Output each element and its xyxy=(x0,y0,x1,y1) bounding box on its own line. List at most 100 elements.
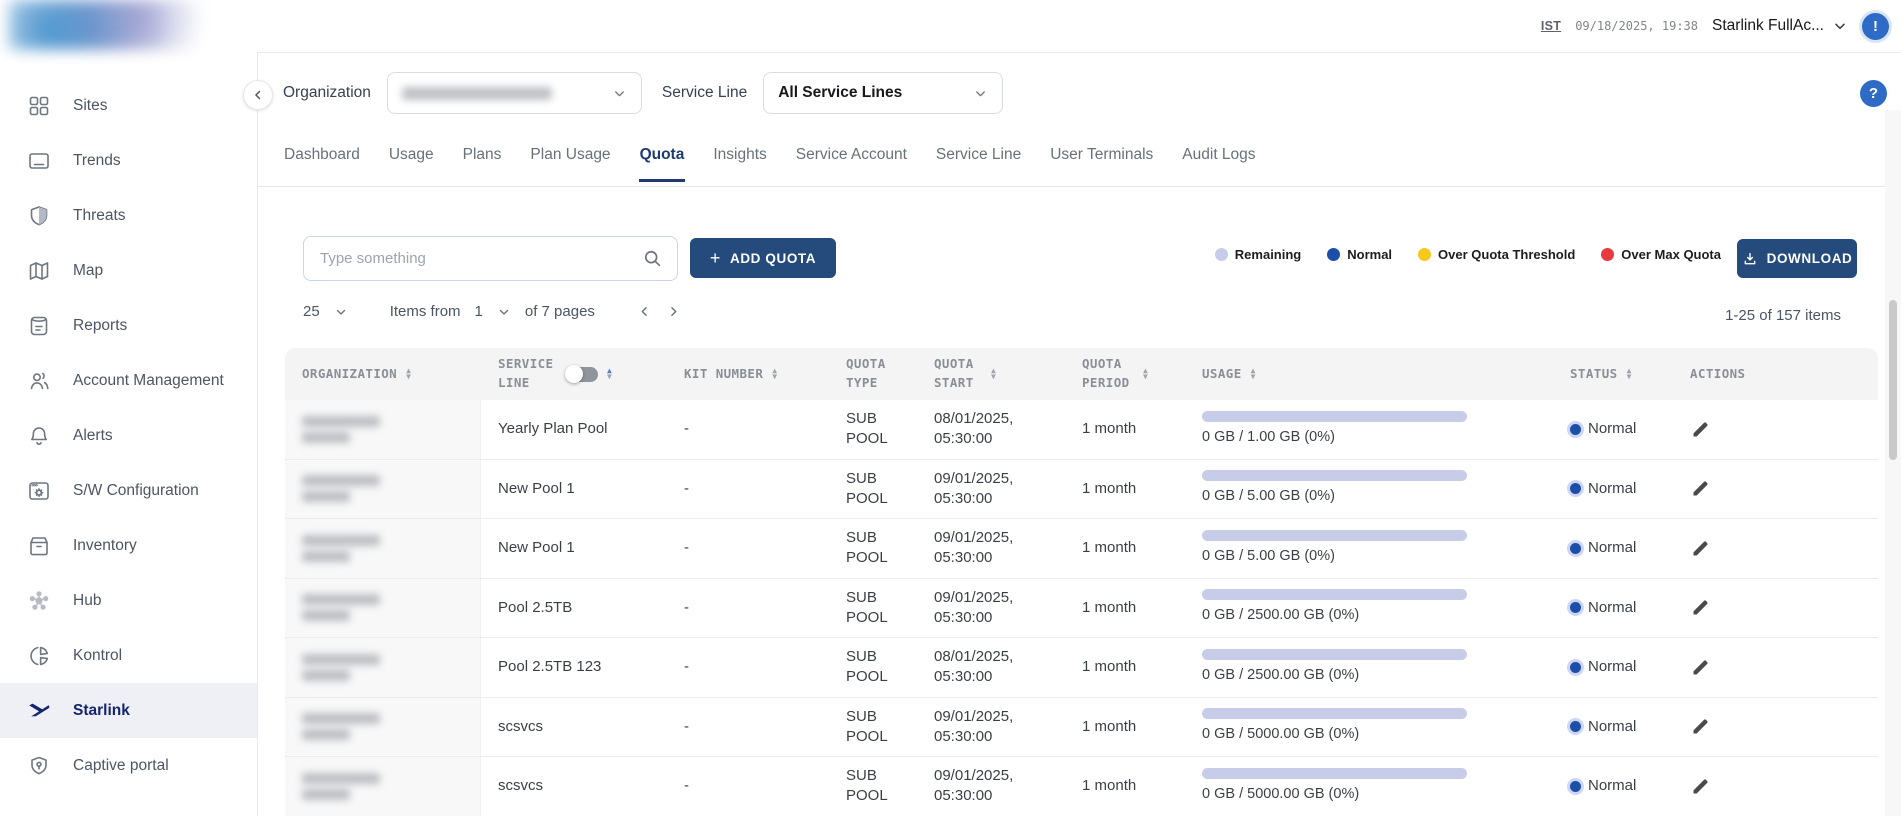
add-quota-button[interactable]: + ADD QUOTA xyxy=(690,238,836,278)
sidebar-item-alerts[interactable]: Alerts xyxy=(0,408,257,463)
sort-arrows-icon[interactable]: ▲▼ xyxy=(406,368,411,381)
sort-arrows-icon[interactable]: ▲▼ xyxy=(607,368,612,381)
sidebar-item-starlink[interactable]: Starlink xyxy=(0,683,257,738)
sort-desc-icon[interactable]: ▼ xyxy=(607,374,612,381)
account-switcher[interactable]: Starlink FullAc... xyxy=(1712,17,1848,35)
next-page-button[interactable] xyxy=(666,304,681,319)
tab-insights[interactable]: Insights xyxy=(712,140,767,182)
status-label: Normal xyxy=(1588,479,1636,499)
page-number-select[interactable] xyxy=(497,305,511,319)
legend-label: Over Quota Threshold xyxy=(1438,247,1575,262)
column-header-organization: ORGANIZATION▲▼ xyxy=(285,365,481,384)
sidebar-item-trends[interactable]: Trends xyxy=(0,133,257,188)
tab-dashboard[interactable]: Dashboard xyxy=(283,140,361,182)
status-dot-icon xyxy=(1570,543,1581,554)
sidebar-item-threats[interactable]: Threats xyxy=(0,188,257,243)
sort-arrows-icon[interactable]: ▲▼ xyxy=(1143,368,1148,381)
tab-user-terminals[interactable]: User Terminals xyxy=(1049,140,1154,182)
sidebar-item-inventory[interactable]: Inventory xyxy=(0,518,257,573)
sort-arrows-icon[interactable]: ▲▼ xyxy=(1251,368,1256,381)
legend-item: Remaining xyxy=(1215,247,1301,262)
usage-progress-bar xyxy=(1202,708,1467,719)
column-header-usage: USAGE ▲▼ xyxy=(1185,365,1553,384)
tab-service-account[interactable]: Service Account xyxy=(795,140,908,182)
sort-desc-icon[interactable]: ▼ xyxy=(772,374,777,381)
download-button[interactable]: DOWNLOAD xyxy=(1737,239,1857,278)
status-label: Normal xyxy=(1588,717,1636,737)
column-header-actions: ACTIONS xyxy=(1673,365,1878,384)
service-line-view-toggle[interactable] xyxy=(567,367,598,382)
alert-badge-icon[interactable]: ! xyxy=(1862,13,1889,40)
sort-arrows-icon[interactable]: ▲▼ xyxy=(772,368,777,381)
collapse-sidebar-button[interactable] xyxy=(243,80,273,110)
timezone-label[interactable]: IST xyxy=(1541,19,1561,33)
tab-plans[interactable]: Plans xyxy=(462,140,503,182)
sidebar-item-map[interactable]: Map xyxy=(0,243,257,298)
topbar-right: IST 09/18/2025, 19:38 Starlink FullAc...… xyxy=(1541,0,1889,52)
scrollbar-thumb[interactable] xyxy=(1889,300,1897,460)
redacted-text xyxy=(302,475,380,486)
sort-desc-icon[interactable]: ▼ xyxy=(1627,374,1632,381)
sort-desc-icon[interactable]: ▼ xyxy=(1251,374,1256,381)
sort-desc-icon[interactable]: ▼ xyxy=(406,374,411,381)
search-icon[interactable] xyxy=(642,248,663,269)
service-line-select[interactable]: All Service Lines xyxy=(763,72,1003,114)
cell-usage: 0 GB / 5.00 GB (0%) xyxy=(1185,530,1553,567)
edit-pencil-icon[interactable] xyxy=(1690,776,1712,797)
organization-select[interactable] xyxy=(387,72,642,114)
tab-service-line[interactable]: Service Line xyxy=(935,140,1022,182)
sidebar-item-account-management[interactable]: Account Management xyxy=(0,353,257,408)
edit-pencil-icon[interactable] xyxy=(1690,419,1712,440)
topbar: IST 09/18/2025, 19:38 Starlink FullAc...… xyxy=(0,0,1901,52)
cell-usage: 0 GB / 5000.00 GB (0%) xyxy=(1185,708,1553,745)
organization-label: Organization xyxy=(283,84,371,102)
cell-quota-start: 09/01/2025, 05:30:00 xyxy=(917,528,1065,569)
cell-kit-number: - xyxy=(667,479,829,499)
cell-quota-start: 09/01/2025, 05:30:00 xyxy=(917,469,1065,510)
edit-pencil-icon[interactable] xyxy=(1690,716,1712,737)
sidebar-item-label: Reports xyxy=(73,317,127,335)
cell-quota-start: 08/01/2025, 05:30:00 xyxy=(917,647,1065,688)
sort-desc-icon[interactable]: ▼ xyxy=(991,374,996,381)
tab-quota[interactable]: Quota xyxy=(639,140,686,182)
status-badge: Normal xyxy=(1570,598,1673,618)
tab-audit-logs[interactable]: Audit Logs xyxy=(1181,140,1256,182)
cell-organization-redacted xyxy=(285,460,481,519)
edit-pencil-icon[interactable] xyxy=(1690,478,1712,499)
cell-service-line: New Pool 1 xyxy=(481,538,667,558)
edit-pencil-icon[interactable] xyxy=(1690,538,1712,559)
sort-arrows-icon[interactable]: ▲▼ xyxy=(991,368,996,381)
sidebar-item-captive-portal[interactable]: Captive portal xyxy=(0,738,257,793)
column-label: KIT NUMBER xyxy=(684,365,763,384)
tab-plan-usage[interactable]: Plan Usage xyxy=(529,140,611,182)
cell-actions xyxy=(1673,478,1878,499)
sidebar-item-reports[interactable]: Reports xyxy=(0,298,257,353)
sidebar-list: SitesTrendsThreatsMap Reports Account Mana… xyxy=(0,78,257,793)
cell-quota-type: SUB POOL xyxy=(829,409,917,450)
status-label: Normal xyxy=(1588,419,1636,439)
search-input[interactable] xyxy=(318,249,642,268)
status-label: Normal xyxy=(1588,776,1636,796)
service-line-label: Service Line xyxy=(662,84,747,102)
service-line-value: All Service Lines xyxy=(778,84,902,102)
prev-page-button[interactable] xyxy=(637,304,652,319)
cell-actions xyxy=(1673,716,1878,737)
column-label: USAGE xyxy=(1202,365,1242,384)
cell-usage: 0 GB / 5000.00 GB (0%) xyxy=(1185,768,1553,805)
edit-pencil-icon[interactable] xyxy=(1690,597,1712,618)
items-range-label: 1-25 of 157 items xyxy=(1725,307,1841,324)
scrollbar-track[interactable] xyxy=(1885,110,1901,816)
edit-pencil-icon[interactable] xyxy=(1690,657,1712,678)
tab-usage[interactable]: Usage xyxy=(388,140,435,182)
sidebar-item-hub[interactable]: Hub xyxy=(0,573,257,628)
help-icon[interactable]: ? xyxy=(1860,80,1887,107)
sidebar-item-s-w-configuration[interactable]: S/W Configuration xyxy=(0,463,257,518)
cell-kit-number: - xyxy=(667,538,829,558)
cell-usage: 0 GB / 5.00 GB (0%) xyxy=(1185,470,1553,507)
sort-arrows-icon[interactable]: ▲▼ xyxy=(1627,368,1632,381)
sort-desc-icon[interactable]: ▼ xyxy=(1143,374,1148,381)
sidebar-item-kontrol[interactable]: Kontrol xyxy=(0,628,257,683)
legend-item: Over Quota Threshold xyxy=(1418,247,1575,262)
sidebar-item-sites[interactable]: Sites xyxy=(0,78,257,133)
page-size-select[interactable] xyxy=(334,305,348,319)
